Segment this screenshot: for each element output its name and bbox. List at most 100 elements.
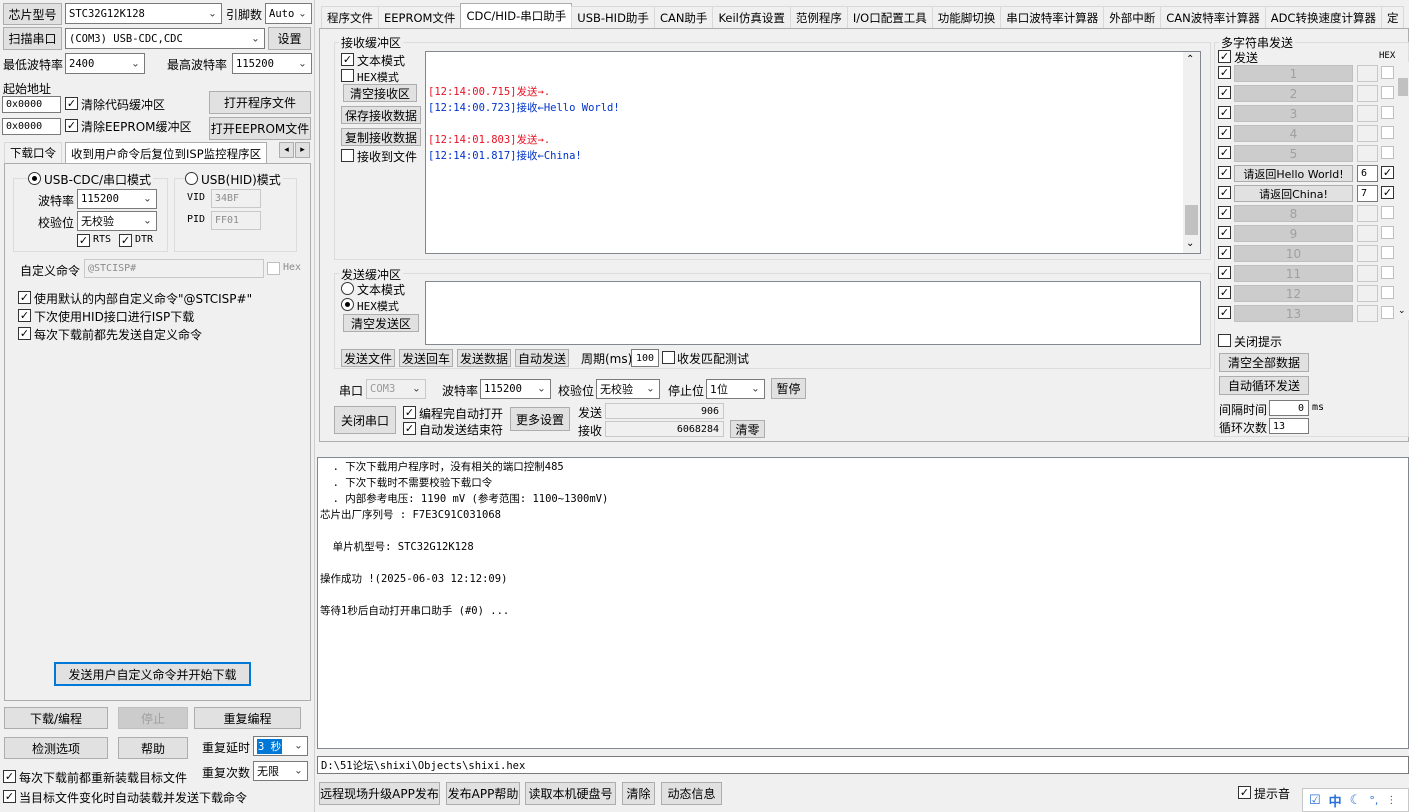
multi-send-all-checkbox[interactable]: ✓ bbox=[1218, 50, 1231, 63]
auto-load-checkbox[interactable]: ✓ bbox=[3, 790, 16, 803]
pin-count-select[interactable]: Auto ⌄ bbox=[265, 3, 312, 24]
serial-baud-select[interactable]: 115200 ⌄ bbox=[480, 379, 551, 399]
multi-row-send-button[interactable]: 请返回Hello World! bbox=[1234, 165, 1353, 182]
clear-log-button[interactable]: 清除 bbox=[622, 782, 655, 805]
tab-5[interactable]: Keil仿真设置 bbox=[712, 6, 791, 28]
serial-port-select[interactable]: COM3 ⌄ bbox=[366, 379, 426, 399]
multi-row-hex-checkbox[interactable] bbox=[1381, 126, 1394, 139]
auto-end-checkbox[interactable]: ✓ bbox=[403, 422, 416, 435]
check-options-button[interactable]: 检测选项 bbox=[4, 737, 108, 759]
custom-command-input[interactable]: @STCISP# bbox=[84, 259, 264, 278]
tab-13[interactable]: 定 bbox=[1380, 6, 1405, 28]
dtr-checkbox[interactable]: ✓ bbox=[119, 234, 132, 247]
multi-row-checkbox[interactable]: ✓ bbox=[1218, 266, 1231, 279]
punctuation-icon[interactable]: °, bbox=[1369, 794, 1378, 807]
splitter[interactable] bbox=[314, 0, 315, 812]
default-command-checkbox[interactable]: ✓ bbox=[18, 291, 31, 304]
multi-row-hex-checkbox[interactable] bbox=[1381, 86, 1394, 99]
read-disk-button[interactable]: 读取本机硬盘号 bbox=[525, 782, 616, 805]
isp-baud-select[interactable]: 115200 ⌄ bbox=[77, 189, 157, 209]
save-receive-button[interactable]: 保存接收数据 bbox=[341, 106, 421, 124]
stop-button[interactable]: 停止 bbox=[118, 707, 188, 729]
multi-row-input[interactable] bbox=[1357, 125, 1378, 142]
more-settings-button[interactable]: 更多设置 bbox=[510, 407, 570, 431]
clear-code-checkbox[interactable]: ✓ bbox=[65, 97, 78, 110]
sound-checkbox[interactable]: ✓ bbox=[1238, 786, 1251, 799]
tab-2[interactable]: CDC/HID-串口助手 bbox=[460, 3, 573, 28]
next-hid-checkbox[interactable]: ✓ bbox=[18, 309, 31, 322]
tab-0[interactable]: 程序文件 bbox=[321, 6, 379, 28]
recv-text-mode-checkbox[interactable]: ✓ bbox=[341, 53, 354, 66]
repeat-count-select[interactable]: 无限 ⌄ bbox=[253, 761, 308, 781]
multi-row-input[interactable] bbox=[1357, 225, 1378, 242]
tab-12[interactable]: ADC转换速度计算器 bbox=[1264, 6, 1382, 28]
open-eeprom-file-button[interactable]: 打开EEPROM文件 bbox=[209, 117, 311, 140]
chevron-down-icon[interactable]: ⌄ bbox=[1186, 238, 1194, 249]
tab-11[interactable]: CAN波特率计算器 bbox=[1160, 6, 1266, 28]
copy-receive-button[interactable]: 复制接收数据 bbox=[341, 128, 421, 146]
tab-reset-isp[interactable]: 收到用户命令后复位到ISP监控程序区 bbox=[65, 142, 268, 164]
tab-7[interactable]: I/O口配置工具 bbox=[846, 6, 933, 28]
multi-row-checkbox[interactable]: ✓ bbox=[1218, 306, 1231, 319]
multi-row-input[interactable]: 7 bbox=[1357, 185, 1378, 202]
clear-all-data-button[interactable]: 清空全部数据 bbox=[1219, 353, 1309, 372]
port-select[interactable]: (COM3) USB-CDC,CDC ⌄ bbox=[65, 28, 265, 49]
multi-row-hex-checkbox[interactable] bbox=[1381, 206, 1394, 219]
tab-10[interactable]: 外部中断 bbox=[1103, 6, 1162, 28]
vid-input[interactable]: 34BF bbox=[211, 189, 261, 208]
multi-row-checkbox[interactable]: ✓ bbox=[1218, 206, 1231, 219]
multi-row-checkbox[interactable]: ✓ bbox=[1218, 286, 1231, 299]
multi-row-hex-checkbox[interactable] bbox=[1381, 226, 1394, 239]
receive-textarea[interactable]: [12:14:00.715]发送→. [12:14:00.723]接收←Hello… bbox=[425, 51, 1201, 254]
ime-lang-label[interactable]: 中 bbox=[1329, 791, 1342, 810]
tab-scroll-right-button[interactable]: ▸ bbox=[295, 142, 310, 158]
max-baud-select[interactable]: 115200 ⌄ bbox=[232, 53, 312, 74]
rts-checkbox[interactable]: ✓ bbox=[77, 234, 90, 247]
send-text-mode-radio[interactable] bbox=[341, 282, 354, 295]
multi-row-checkbox[interactable]: ✓ bbox=[1218, 226, 1231, 239]
multi-row-input[interactable] bbox=[1357, 85, 1378, 102]
help-button[interactable]: 帮助 bbox=[118, 737, 188, 759]
tab-1[interactable]: EEPROM文件 bbox=[378, 6, 462, 28]
send-data-button[interactable]: 发送数据 bbox=[457, 349, 511, 367]
reprogram-button[interactable]: 重复编程 bbox=[194, 707, 301, 729]
chevron-down-icon[interactable]: ⌄ bbox=[1398, 306, 1406, 316]
multi-row-input[interactable] bbox=[1357, 265, 1378, 282]
multi-row-checkbox[interactable]: ✓ bbox=[1218, 146, 1231, 159]
multi-row-checkbox[interactable]: ✓ bbox=[1218, 106, 1231, 119]
multi-row-send-button[interactable]: 2 bbox=[1234, 85, 1353, 102]
multi-row-input[interactable] bbox=[1357, 205, 1378, 222]
settings-button[interactable]: 设置 bbox=[268, 27, 311, 50]
interval-input[interactable]: 0 bbox=[1269, 400, 1309, 416]
tab-6[interactable]: 范例程序 bbox=[789, 6, 848, 28]
moon-icon[interactable]: ☾ bbox=[1350, 793, 1362, 808]
loop-count-input[interactable]: 13 bbox=[1269, 418, 1309, 434]
repeat-delay-select[interactable]: 3 秒 ⌄ bbox=[253, 736, 308, 756]
scroll-thumb[interactable] bbox=[1398, 78, 1408, 96]
chip-model-select[interactable]: STC32G12K128 ⌄ bbox=[65, 3, 222, 24]
auto-open-checkbox[interactable]: ✓ bbox=[403, 406, 416, 419]
receive-to-file-checkbox[interactable] bbox=[341, 149, 354, 162]
multi-row-input[interactable] bbox=[1357, 105, 1378, 122]
send-file-button[interactable]: 发送文件 bbox=[341, 349, 395, 367]
multi-row-input[interactable] bbox=[1357, 245, 1378, 262]
multi-row-send-button[interactable]: 请返回China! bbox=[1234, 185, 1353, 202]
ime-check-icon[interactable]: ☑ bbox=[1309, 793, 1321, 808]
multi-row-send-button[interactable]: 13 bbox=[1234, 305, 1353, 322]
tab-3[interactable]: USB-HID助手 bbox=[571, 6, 655, 28]
multi-row-hex-checkbox[interactable] bbox=[1381, 286, 1394, 299]
publish-help-button[interactable]: 发布APP帮助 bbox=[446, 782, 520, 805]
send-cr-button[interactable]: 发送回车 bbox=[399, 349, 453, 367]
multi-row-checkbox[interactable]: ✓ bbox=[1218, 86, 1231, 99]
pid-input[interactable]: FF01 bbox=[211, 211, 261, 230]
download-program-button[interactable]: 下载/编程 bbox=[4, 707, 108, 729]
multi-row-send-button[interactable]: 10 bbox=[1234, 245, 1353, 262]
multi-row-input[interactable]: 6 bbox=[1357, 165, 1378, 182]
open-program-file-button[interactable]: 打开程序文件 bbox=[209, 91, 311, 114]
multi-row-hex-checkbox[interactable]: ✓ bbox=[1381, 186, 1394, 199]
stop-bits-select[interactable]: 1位 ⌄ bbox=[706, 379, 765, 399]
auto-send-button[interactable]: 自动发送 bbox=[515, 349, 569, 367]
multi-row-checkbox[interactable]: ✓ bbox=[1218, 166, 1231, 179]
isp-parity-select[interactable]: 无校验 ⌄ bbox=[77, 211, 157, 231]
recv-hex-mode-checkbox[interactable] bbox=[341, 69, 354, 82]
